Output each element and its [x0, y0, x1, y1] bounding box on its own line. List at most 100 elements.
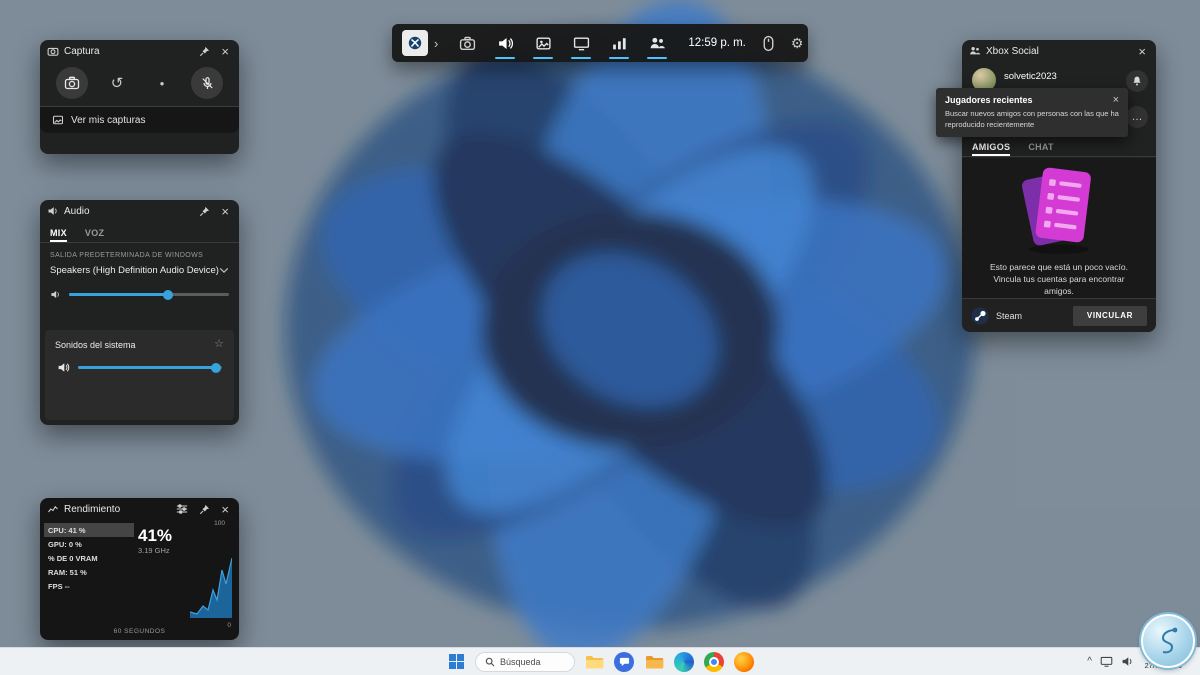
system-volume-handle[interactable]: [211, 362, 222, 373]
file-explorer-icon: [585, 655, 603, 668]
close-button[interactable]: ×: [1135, 45, 1149, 58]
bar-chart-icon: [611, 35, 628, 52]
chart-axis-max: 100: [214, 520, 225, 527]
output-device-dropdown[interactable]: Speakers (High Definition Audio Device): [50, 265, 229, 276]
widget-title: Rendimiento: [64, 503, 121, 515]
close-icon: ×: [1138, 43, 1146, 59]
performance-widget-button[interactable]: [600, 26, 638, 60]
pin-button[interactable]: [196, 46, 213, 57]
tray-chevron-up-icon[interactable]: ^: [1087, 656, 1092, 667]
edge-button[interactable]: [673, 651, 695, 673]
view-captures-button[interactable]: Ver mis capturas: [40, 107, 239, 133]
system-tray: ^: [1087, 648, 1134, 675]
recent-players-tooltip: Jugadores recientes × Buscar nuevos amig…: [936, 88, 1128, 137]
camera-icon: [47, 45, 59, 57]
start-button[interactable]: [445, 651, 467, 673]
record-dot-icon: ●: [159, 78, 165, 88]
watermark-logo: [1141, 614, 1195, 668]
search-placeholder: Búsqueda: [500, 656, 541, 667]
pin-button[interactable]: [196, 504, 213, 515]
capture-titlebar[interactable]: Captura ×: [40, 40, 239, 62]
close-icon: ×: [221, 43, 229, 59]
taskbar-search[interactable]: Búsqueda: [475, 651, 575, 672]
steam-icon: [971, 307, 989, 325]
empty-friends-text: Esto parece que está un poco vacío. Vinc…: [990, 262, 1128, 297]
social-titlebar[interactable]: Xbox Social ×: [962, 40, 1156, 62]
system-sounds-label: Sonidos del sistema: [55, 339, 136, 350]
favorite-star-icon[interactable]: ☆: [214, 339, 224, 350]
tab-mix[interactable]: MIX: [50, 228, 67, 242]
chat-icon: [614, 651, 634, 672]
gallery-widget-button[interactable]: [524, 26, 562, 60]
default-output-label: SALIDA PREDETERMINADA DE WINDOWS: [50, 252, 204, 259]
performance-icon: [47, 503, 59, 515]
start-recording-button[interactable]: ●: [146, 67, 178, 99]
gallery-icon: [535, 35, 552, 52]
speaker-icon: [50, 289, 61, 300]
more-options-button[interactable]: …: [1126, 106, 1148, 128]
audio-titlebar[interactable]: Audio ×: [40, 200, 239, 222]
system-volume-slider[interactable]: [78, 362, 222, 373]
folder-button[interactable]: [643, 651, 665, 673]
tooltip-close-button[interactable]: ×: [1113, 95, 1119, 106]
bell-icon: [1131, 75, 1143, 87]
capture-widget: Captura × ↺ ● Ver mis capturas: [40, 40, 239, 154]
close-button[interactable]: ×: [218, 503, 232, 516]
mouse-passthrough-button[interactable]: [756, 26, 781, 60]
capture-actions: ↺ ●: [40, 62, 239, 106]
tab-chat[interactable]: CHAT: [1028, 142, 1054, 156]
record-last-moments-button[interactable]: ↺: [101, 67, 133, 99]
output-volume-handle[interactable]: [163, 289, 174, 300]
friends-empty-illustration: [1022, 167, 1091, 254]
performance-titlebar[interactable]: Rendimiento ×: [40, 498, 239, 520]
close-icon: ×: [221, 501, 229, 517]
xbox-widget-menu-button[interactable]: [402, 30, 428, 56]
screenshot-button[interactable]: [56, 67, 88, 99]
taskbar: Búsqueda ^: [0, 647, 1200, 675]
screen: › 12:59 p. m. ⚙ Captura × ↺ ● Ver mis ca…: [0, 0, 1200, 675]
display-widget-button[interactable]: [562, 26, 600, 60]
stat-ram[interactable]: RAM: 51 %: [44, 565, 134, 579]
volume-icon[interactable]: [1121, 655, 1134, 668]
stat-cpu[interactable]: CPU: 41 %: [44, 523, 134, 537]
widget-title: Audio: [64, 205, 90, 217]
pin-button[interactable]: [196, 206, 213, 217]
microphone-toggle-button[interactable]: [191, 67, 223, 99]
game-bar-toolbar: › 12:59 p. m. ⚙: [392, 24, 808, 62]
widget-title: Captura: [64, 45, 100, 57]
audio-widget-button[interactable]: [486, 26, 524, 60]
file-explorer-button[interactable]: [583, 651, 605, 673]
tab-voz[interactable]: VOZ: [85, 228, 104, 242]
close-button[interactable]: ×: [218, 205, 232, 218]
link-account-button[interactable]: VINCULAR: [1073, 305, 1147, 326]
capture-widget-button[interactable]: [448, 26, 486, 60]
steam-label: Steam: [996, 310, 1023, 321]
people-icon: [969, 45, 981, 57]
network-icon[interactable]: [1100, 655, 1113, 668]
camera-icon: [459, 35, 476, 52]
chrome-icon: [704, 651, 724, 672]
tab-amigos[interactable]: AMIGOS: [972, 142, 1011, 156]
monitor-icon: [573, 35, 590, 52]
audio-widget: Audio × MIX VOZ SALIDA PREDETERMINADA DE…: [40, 200, 239, 425]
chrome-button[interactable]: [703, 651, 725, 673]
stat-fps[interactable]: FPS --: [44, 579, 134, 593]
settings-button[interactable]: ⚙: [785, 26, 810, 60]
cpu-percentage: 41%: [138, 526, 173, 545]
notifications-button[interactable]: [1126, 70, 1148, 92]
social-widget-button[interactable]: [638, 26, 676, 60]
performance-options-button[interactable]: [173, 503, 191, 515]
stat-vram[interactable]: % DE 0 VRAM: [44, 551, 134, 565]
firefox-button[interactable]: [733, 651, 755, 673]
close-button[interactable]: ×: [218, 45, 232, 58]
stat-gpu[interactable]: GPU: 0 %: [44, 537, 134, 551]
close-icon: ×: [1112, 94, 1119, 106]
output-volume-slider[interactable]: [69, 289, 229, 300]
tooltip-body: Buscar nuevos amigos con personas con la…: [945, 109, 1119, 129]
performance-stats: CPU: 41 % GPU: 0 % % DE 0 VRAM RAM: 51 %…: [44, 523, 134, 593]
chat-button[interactable]: [613, 651, 635, 673]
chevron-down-icon: [219, 267, 229, 274]
gallery-icon: [52, 114, 64, 126]
ellipsis-icon: …: [1131, 111, 1143, 123]
camera-icon: [64, 75, 80, 91]
